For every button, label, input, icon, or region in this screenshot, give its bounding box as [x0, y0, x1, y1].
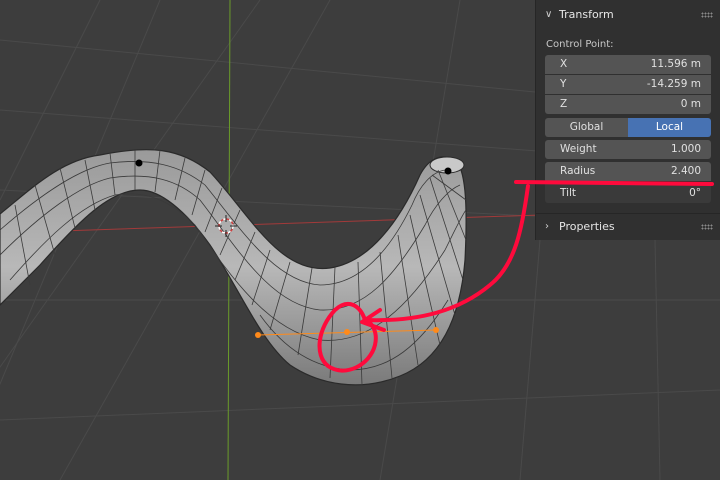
radius-field-value: 2.400 [670, 165, 701, 177]
y-field-value: -14.259 m [646, 78, 701, 90]
local-toggle-button[interactable]: Local [628, 118, 711, 137]
tilt-field-label: Tilt [560, 187, 577, 199]
control-point[interactable] [135, 159, 143, 167]
z-field-value: 0 m [680, 98, 701, 110]
x-field-value: 11.596 m [650, 58, 701, 70]
z-field-label: Z [560, 98, 568, 110]
radius-field-label: Radius [560, 165, 596, 177]
properties-title: Properties [559, 220, 615, 233]
transform-title: Transform [559, 8, 614, 21]
grip-dots-icon[interactable] [701, 12, 713, 18]
grip-dots-icon[interactable] [701, 224, 713, 230]
weight-field-label: Weight [560, 143, 597, 155]
x-field[interactable]: X 11.596 m [545, 55, 711, 74]
radius-field[interactable]: Radius 2.400 [545, 162, 711, 181]
y-field-label: Y [560, 78, 567, 90]
weight-field-value: 1.000 [670, 143, 701, 155]
chevron-down-icon: ∨ [545, 9, 553, 20]
x-field-label: X [560, 58, 568, 70]
weight-field[interactable]: Weight 1.000 [545, 140, 711, 159]
tilt-field-value: 0° [689, 187, 701, 199]
control-point-label: Control Point: [546, 39, 614, 50]
properties-panel-header[interactable]: › Properties [536, 213, 720, 240]
transform-panel-header[interactable]: ∨ Transform [536, 2, 720, 28]
y-field[interactable]: Y -14.259 m [545, 75, 711, 94]
control-point[interactable] [444, 167, 452, 175]
tilt-field[interactable]: Tilt 0° [545, 184, 711, 203]
chevron-right-icon: › [545, 221, 549, 232]
z-field[interactable]: Z 0 m [545, 95, 711, 114]
global-toggle-button[interactable]: Global [545, 118, 628, 137]
